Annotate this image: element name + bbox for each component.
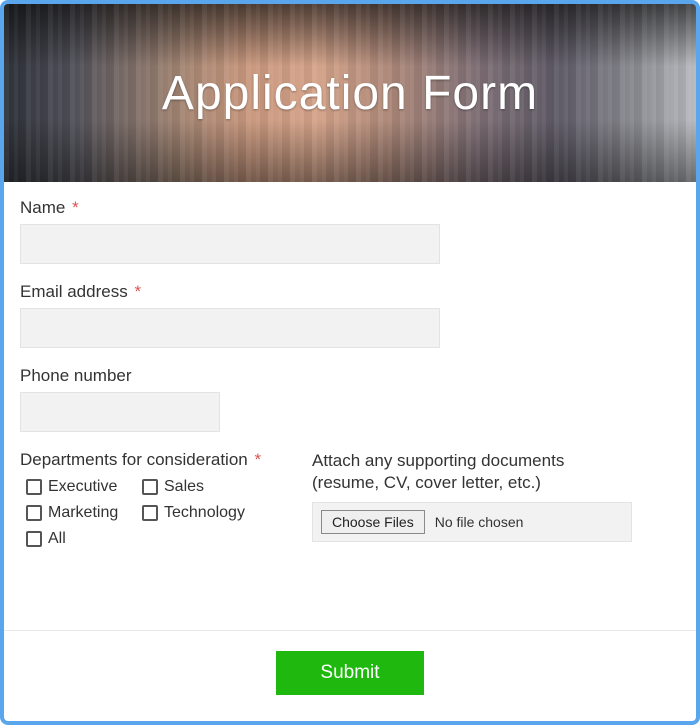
checkbox-label: Sales — [164, 478, 204, 496]
field-phone: Phone number — [20, 366, 680, 432]
checkbox-label: Executive — [48, 478, 117, 496]
departments-label: Departments for consideration * — [20, 450, 272, 470]
header-banner: Application Form — [4, 4, 696, 182]
checkbox-box — [142, 479, 158, 495]
departments-label-text: Departments for consideration — [20, 450, 248, 469]
email-required-mark: * — [134, 282, 141, 301]
field-name: Name * — [20, 198, 680, 264]
email-label: Email address * — [20, 282, 680, 302]
form-body: Name * Email address * Phone number Depa… — [4, 182, 696, 631]
phone-label-text: Phone number — [20, 366, 132, 385]
email-input[interactable] — [20, 308, 440, 348]
field-email: Email address * — [20, 282, 680, 348]
name-input[interactable] — [20, 224, 440, 264]
checkbox-box — [26, 531, 42, 547]
name-label: Name * — [20, 198, 680, 218]
email-label-text: Email address — [20, 282, 128, 301]
bottom-row: Departments for consideration * Executiv… — [20, 450, 680, 548]
name-required-mark: * — [72, 198, 79, 217]
form-container: Application Form Name * Email address * … — [0, 0, 700, 725]
checkbox-label: All — [48, 530, 66, 548]
file-status-text: No file chosen — [435, 514, 524, 530]
checkbox-sales[interactable]: Sales — [142, 478, 272, 496]
departments-options: Executive Sales Marketing Technology — [26, 478, 272, 548]
departments-section: Departments for consideration * Executiv… — [20, 450, 272, 548]
checkbox-box — [26, 505, 42, 521]
phone-label: Phone number — [20, 366, 680, 386]
submit-button[interactable]: Submit — [276, 651, 423, 695]
file-input-container: Choose Files No file chosen — [312, 502, 632, 542]
form-title: Application Form — [162, 66, 538, 121]
choose-files-button[interactable]: Choose Files — [321, 510, 425, 534]
attachments-section: Attach any supporting documents (resume,… — [312, 450, 632, 542]
checkbox-label: Technology — [164, 504, 245, 522]
name-label-text: Name — [20, 198, 65, 217]
checkbox-technology[interactable]: Technology — [142, 504, 272, 522]
checkbox-all[interactable]: All — [26, 530, 136, 548]
checkbox-executive[interactable]: Executive — [26, 478, 136, 496]
checkbox-box — [26, 479, 42, 495]
footer: Submit — [4, 631, 696, 721]
checkbox-box — [142, 505, 158, 521]
checkbox-marketing[interactable]: Marketing — [26, 504, 136, 522]
attachments-label: Attach any supporting documents (resume,… — [312, 450, 612, 494]
phone-input[interactable] — [20, 392, 220, 432]
checkbox-label: Marketing — [48, 504, 118, 522]
departments-required-mark: * — [254, 450, 261, 469]
